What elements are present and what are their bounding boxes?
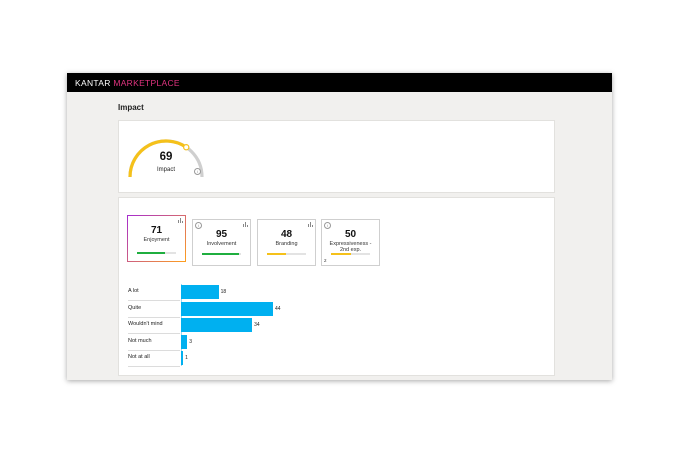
bar-chart-icon[interactable] [308, 222, 313, 227]
bar-value-label: 44 [275, 305, 281, 312]
row-label: Not much [128, 335, 180, 351]
row-label: Not at all [128, 351, 180, 367]
gauge-knob [183, 144, 190, 151]
metric-bar-fill [137, 252, 165, 254]
brand-product: MARKETPLACE [113, 77, 180, 88]
bar-value-label: 34 [254, 322, 260, 328]
bar[interactable] [181, 318, 253, 332]
impact-card: 69 Impact i [118, 120, 555, 193]
metric-bar [137, 252, 176, 254]
metric-bar [331, 253, 370, 255]
row-label: Quite [128, 302, 180, 318]
metric-value: 48 [280, 229, 293, 240]
impact-value: 69 [159, 151, 173, 163]
bar[interactable] [181, 301, 273, 316]
metric-label: Involvement [206, 241, 237, 247]
metric-bar [267, 253, 306, 255]
page-title: Impact [118, 103, 144, 112]
bar[interactable] [181, 334, 188, 349]
metric-label: Branding [275, 241, 298, 247]
metric-value: 95 [215, 229, 228, 240]
metric-tile-involvement[interactable]: i 95 Involvement [192, 219, 251, 266]
row-label: Wouldn't mind [128, 318, 180, 334]
metric-value: 50 [344, 229, 357, 240]
bar[interactable] [181, 285, 219, 299]
bar-value-label: 1 [185, 355, 188, 361]
top-bar: KANTAR MARKETPLACE [67, 73, 612, 92]
metric-bar-fill [267, 253, 286, 255]
row-label: A lot [128, 285, 180, 301]
info-icon[interactable]: i [194, 168, 201, 175]
exposure-badge: 2 [324, 258, 327, 263]
bar[interactable] [181, 351, 184, 365]
bar-value-label: 18 [220, 289, 227, 295]
metric-bar [202, 253, 241, 255]
bar-value-label: 3 [189, 338, 193, 345]
metric-tile-enjoyment[interactable]: 71 Enjoyment [127, 215, 186, 262]
metric-label: Enjoyment [143, 237, 170, 243]
metric-value: 71 [150, 225, 163, 236]
metric-bar-fill [202, 253, 240, 255]
brand-logo[interactable]: KANTAR MARKETPLACE [75, 78, 180, 88]
metric-label: Expressiveness - 2nd exp. [329, 241, 372, 253]
bar-chart-icon[interactable] [178, 218, 183, 223]
metric-tile-expressiveness[interactable]: i 50 Expressiveness - 2nd exp. 2 [321, 219, 380, 266]
impact-label: Impact [156, 167, 175, 173]
info-icon[interactable]: i [195, 222, 202, 229]
info-icon[interactable]: i [324, 222, 331, 229]
metric-tile-branding[interactable]: 48 Branding [257, 219, 316, 266]
brand-name: KANTAR [75, 77, 114, 88]
metric-bar-fill [331, 253, 351, 255]
bar-chart-icon[interactable] [243, 222, 248, 227]
